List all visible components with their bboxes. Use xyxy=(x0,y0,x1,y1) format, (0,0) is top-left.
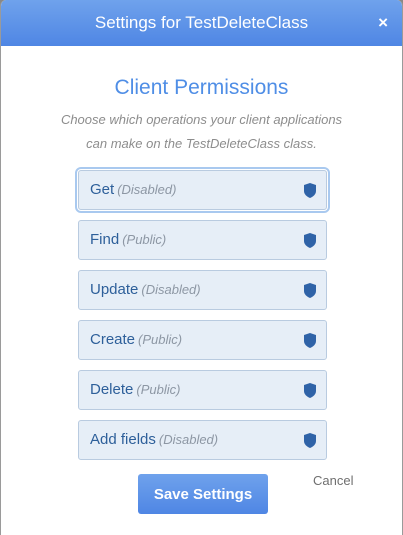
settings-dialog: Settings for TestDeleteClass × Client Pe… xyxy=(0,0,403,535)
permission-label: Add fields xyxy=(90,431,156,448)
shield-icon xyxy=(304,233,316,248)
permission-status: (Disabled) xyxy=(117,182,177,197)
close-icon[interactable]: × xyxy=(378,0,388,46)
permission-status: (Disabled) xyxy=(141,282,201,297)
permission-label: Update xyxy=(90,281,139,298)
subtitle-line-1: Choose which operations your client appl… xyxy=(60,112,343,127)
permission-get[interactable]: Get (Disabled) xyxy=(75,167,330,213)
cancel-link[interactable]: Cancel xyxy=(313,473,353,488)
permission-update[interactable]: Update (Disabled) xyxy=(78,270,327,310)
permission-label: Create xyxy=(90,331,136,348)
shield-icon xyxy=(304,183,316,198)
dialog-footer: Save Settings Cancel xyxy=(1,470,402,530)
permission-label: Find xyxy=(90,231,120,248)
permission-create[interactable]: Create (Public) xyxy=(78,320,327,360)
dialog-header: Settings for TestDeleteClass × xyxy=(1,0,402,46)
permission-list: Get (Disabled) Find (Public) Update (Disabl… xyxy=(1,167,402,460)
permission-status: (Public) xyxy=(122,232,167,247)
permission-add-fields[interactable]: Add fields (Disabled) xyxy=(78,420,327,460)
save-settings-button[interactable]: Save Settings xyxy=(138,474,268,514)
permission-status: (Disabled) xyxy=(158,432,219,447)
permission-delete[interactable]: Delete (Public) xyxy=(78,370,327,410)
permission-status: (Public) xyxy=(136,382,181,397)
permission-find[interactable]: Find (Public) xyxy=(78,220,327,260)
shield-icon xyxy=(304,433,316,448)
section-heading: Client Permissions xyxy=(114,76,289,99)
dialog-title: Settings for TestDeleteClass xyxy=(94,13,309,32)
permission-label: Delete xyxy=(90,381,134,398)
shield-icon xyxy=(304,383,316,398)
section-subtitle: Choose which operations your client appl… xyxy=(1,108,402,156)
permission-label: Get xyxy=(90,181,115,198)
permission-status: (Public) xyxy=(138,332,183,347)
subtitle-line-2: can make on the TestDeleteClass class. xyxy=(86,136,317,151)
shield-icon xyxy=(304,333,316,348)
shield-icon xyxy=(304,283,316,298)
